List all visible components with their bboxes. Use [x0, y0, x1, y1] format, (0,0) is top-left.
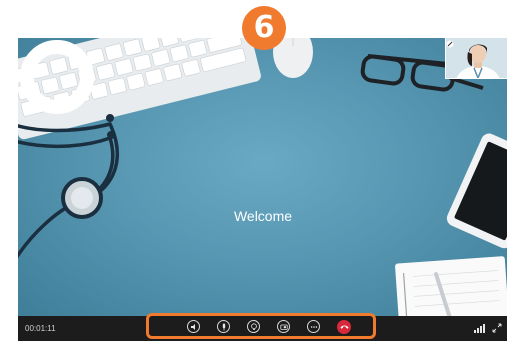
volume-button[interactable]	[187, 320, 200, 333]
camera-button[interactable]	[277, 320, 290, 333]
tablet-graphic	[446, 133, 507, 249]
remote-video-background: Welcome	[18, 38, 507, 316]
welcome-text: Welcome	[233, 208, 293, 224]
notebook-graphic	[395, 256, 507, 316]
effects-button[interactable]	[247, 320, 260, 333]
more-button[interactable]	[307, 320, 320, 333]
bulb-icon	[250, 322, 257, 330]
call-timer: 00:01:11	[25, 324, 56, 333]
fullscreen-icon[interactable]	[492, 323, 502, 333]
self-view-toggle-icon[interactable]	[446, 40, 454, 48]
doctor-avatar	[446, 38, 507, 78]
video-stage: Welcome 00:01:11	[18, 38, 507, 341]
end-call-button[interactable]	[337, 320, 351, 334]
self-view-thumbnail[interactable]	[445, 38, 507, 79]
call-controls-highlight	[146, 313, 376, 339]
ellipsis-icon	[310, 325, 317, 328]
call-toolbar: 00:01:11	[18, 313, 507, 341]
microphone-icon	[222, 323, 225, 330]
phone-hangup-icon	[340, 325, 348, 329]
signal-strength-icon	[474, 324, 485, 333]
video-camera-icon	[279, 324, 288, 330]
speaker-icon	[190, 323, 195, 330]
app-logo-ring-icon	[20, 40, 94, 114]
microphone-button[interactable]	[217, 320, 230, 333]
step-badge: 6	[242, 6, 286, 50]
